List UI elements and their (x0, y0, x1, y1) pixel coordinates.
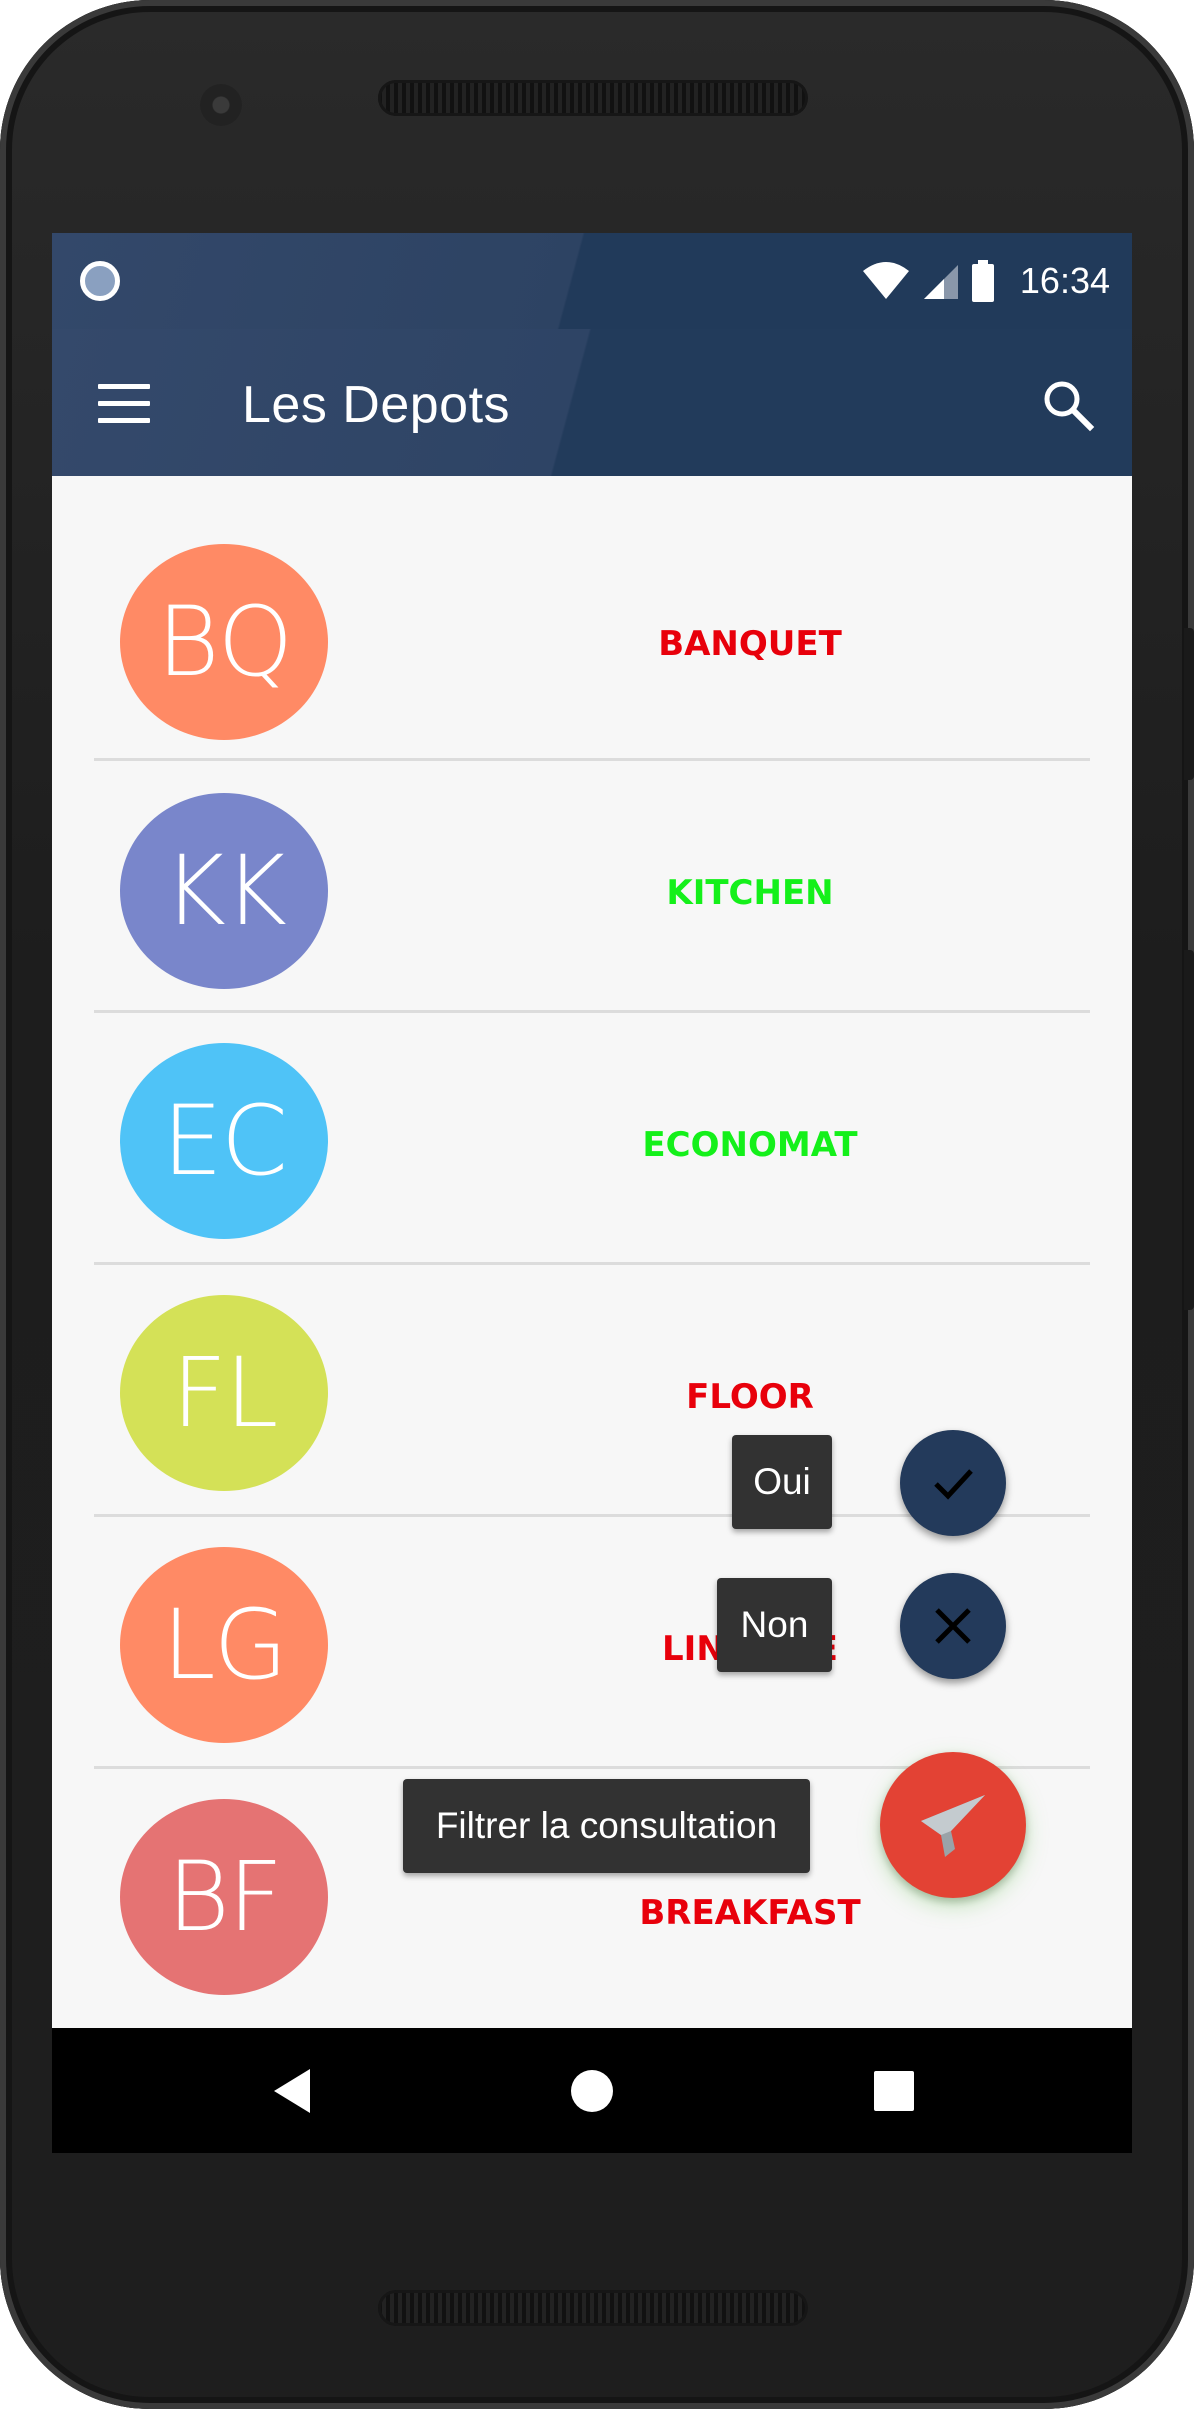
avatar: KK (120, 793, 328, 989)
search-icon[interactable] (1040, 377, 1096, 433)
yes-fab-button[interactable] (900, 1430, 1006, 1536)
depot-name: ECONOMAT (642, 1125, 858, 1165)
cell-signal-icon (923, 265, 958, 299)
screen: 16:34 Les Depots BQ BANQUET KK KITCHEN E… (52, 233, 1132, 2153)
bottom-speaker (378, 2290, 808, 2326)
navigation-bar (52, 2028, 1132, 2153)
depot-name: BREAKFAST (639, 1893, 861, 1933)
no-fab-button[interactable] (900, 1573, 1006, 1679)
back-button[interactable] (232, 2028, 352, 2153)
recents-icon (874, 2070, 914, 2111)
front-camera (200, 84, 242, 126)
top-speaker (378, 80, 808, 116)
phone-frame: 16:34 Les Depots BQ BANQUET KK KITCHEN E… (0, 0, 1194, 2409)
status-icons: 16:34 (862, 247, 1110, 315)
avatar: FL (120, 1295, 328, 1491)
avatar: EC (120, 1043, 328, 1239)
wifi-icon (862, 262, 909, 299)
notification-circle-icon (80, 261, 120, 301)
home-icon (571, 2069, 613, 2112)
volume-button (1184, 950, 1194, 1310)
check-icon (934, 1469, 973, 1500)
home-button[interactable] (532, 2028, 652, 2153)
filter-funnel-icon (921, 1795, 985, 1857)
yes-option-label[interactable]: Oui (732, 1435, 832, 1529)
depot-name: FLOOR (686, 1377, 814, 1417)
filter-option-label[interactable]: Filtrer la consultation (403, 1779, 810, 1873)
menu-icon[interactable] (98, 384, 150, 424)
list-item[interactable]: KK KITCHEN (52, 761, 1132, 1013)
avatar: BQ (120, 544, 328, 740)
avatar: BF (120, 1799, 328, 1995)
status-bar: 16:34 (52, 233, 1132, 329)
avatar: LG (120, 1547, 328, 1743)
back-icon (274, 2068, 310, 2113)
close-icon (935, 1608, 971, 1644)
no-option-label[interactable]: Non (717, 1578, 832, 1672)
filter-fab-button[interactable] (880, 1752, 1026, 1898)
status-time: 16:34 (1019, 260, 1110, 301)
list-item[interactable]: EC ECONOMAT (52, 1013, 1132, 1265)
page-title: Les Depots (242, 376, 511, 434)
power-button (1184, 628, 1194, 780)
depot-name: KITCHEN (666, 873, 834, 913)
recents-button[interactable] (834, 2028, 954, 2153)
battery-icon (971, 260, 994, 302)
depot-name: BANQUET (658, 624, 842, 664)
list-item[interactable]: BQ BANQUET (52, 476, 1132, 761)
app-bar: Les Depots (52, 329, 1132, 476)
